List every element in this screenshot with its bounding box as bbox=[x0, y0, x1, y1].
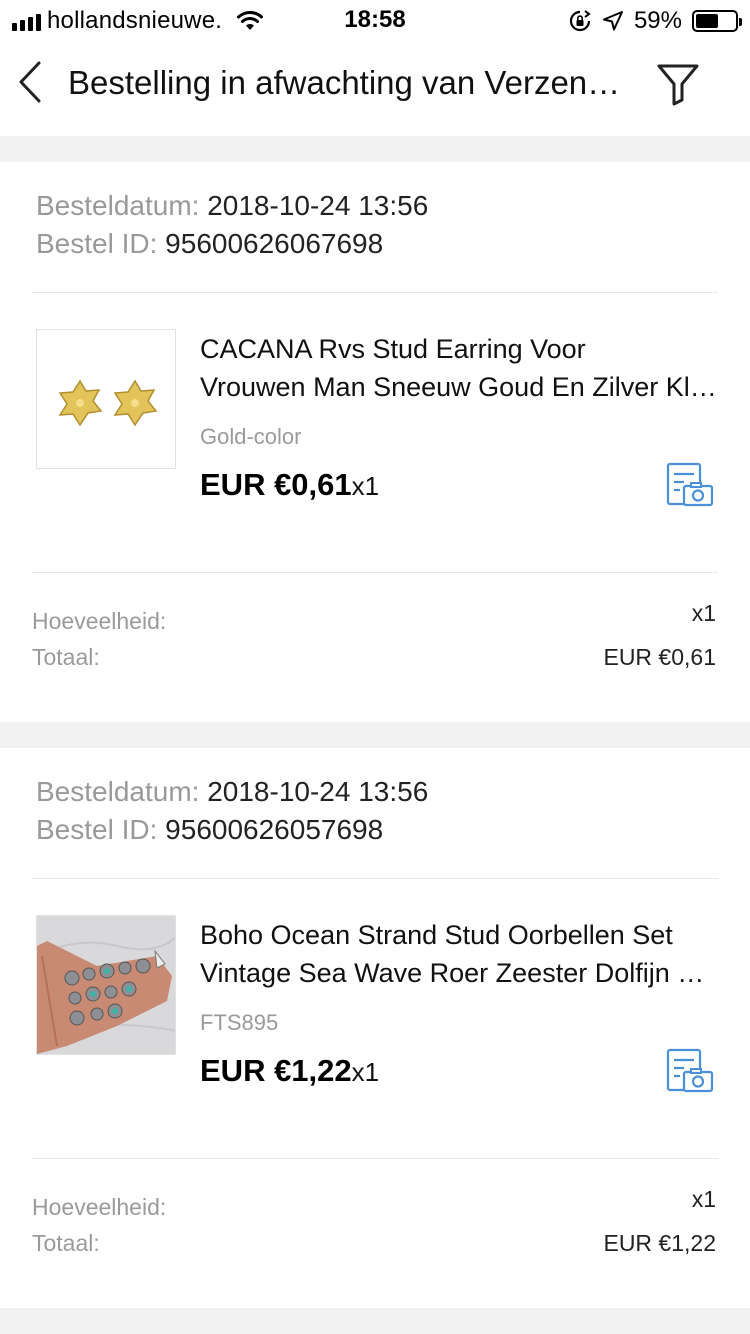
product-thumbnail[interactable] bbox=[36, 329, 176, 469]
total-label: Totaal: bbox=[32, 644, 100, 670]
product-variant: Gold-color bbox=[200, 424, 302, 449]
product-name[interactable]: Boho Ocean Strand Stud Oorbellen Set Vin… bbox=[200, 916, 720, 992]
photo-review-icon bbox=[666, 1048, 714, 1093]
status-bar: hollandsnieuwe. 18:58 59% bbox=[0, 0, 750, 40]
order-date-label: Besteldatum: bbox=[36, 190, 200, 221]
rotation-lock-icon bbox=[569, 10, 591, 32]
total-value: EUR €1,22 bbox=[603, 1230, 716, 1256]
battery-percent: 59% bbox=[633, 7, 682, 34]
divider bbox=[32, 572, 718, 573]
quantity-value: x1 bbox=[691, 600, 716, 626]
nav-bar: Bestelling in afwachting van Verzending bbox=[0, 40, 750, 136]
product-variant: FTS895 bbox=[200, 1010, 279, 1035]
quantity-label: Hoeveelheid: bbox=[32, 608, 167, 634]
order-date-value: 2018-10-24 13:56 bbox=[207, 776, 429, 807]
product-thumbnail[interactable] bbox=[36, 915, 176, 1055]
photo-review-button[interactable] bbox=[666, 462, 714, 508]
product-name-line1: CACANA Rvs Stud Earring Voor bbox=[200, 334, 586, 364]
product-name-line1: Boho Ocean Strand Stud Oorbellen Set bbox=[200, 920, 673, 950]
quantity-value: x1 bbox=[691, 1186, 716, 1212]
order-id-label: Bestel ID: bbox=[36, 814, 158, 845]
total-value: EUR €0,61 bbox=[603, 644, 716, 670]
product-price: EUR €1,22 bbox=[200, 1053, 352, 1088]
filter-button[interactable] bbox=[654, 60, 702, 108]
section-separator bbox=[0, 136, 750, 162]
divider bbox=[32, 1158, 718, 1159]
product-price-line: EUR €0,61x1 bbox=[200, 467, 379, 503]
hand-holding-earring-set-image bbox=[37, 916, 175, 1054]
gold-snowflake-earrings-image bbox=[37, 330, 175, 468]
battery-level bbox=[696, 14, 719, 28]
order-date: Besteldatum: 2018-10-24 13:56 bbox=[36, 190, 428, 222]
order-id: Bestel ID: 95600626057698 bbox=[36, 814, 383, 846]
chevron-left-icon bbox=[19, 61, 41, 103]
product-name-line2: Vrouwen Man Sneeuw Goud En Zilver Kleur bbox=[200, 372, 720, 402]
order-id-label: Bestel ID: bbox=[36, 228, 158, 259]
order-card[interactable]: Besteldatum: 2018-10-24 13:56 Bestel ID:… bbox=[0, 748, 750, 1308]
order-date-value: 2018-10-24 13:56 bbox=[207, 190, 429, 221]
product-qty: x1 bbox=[351, 1057, 380, 1087]
order-card[interactable]: Besteldatum: 2018-10-24 13:56 Bestel ID:… bbox=[0, 162, 750, 722]
page-title: Bestelling in afwachting van Verzending bbox=[68, 64, 628, 101]
order-date-label: Besteldatum: bbox=[36, 776, 200, 807]
product-name[interactable]: CACANA Rvs Stud Earring Voor Vrouwen Man… bbox=[200, 330, 720, 406]
product-price: EUR €0,61 bbox=[200, 467, 352, 502]
battery-icon bbox=[692, 10, 742, 32]
product-name-line2: Vintage Sea Wave Roer Zeester Dolfijn Oo… bbox=[200, 958, 720, 988]
order-id: Bestel ID: 95600626067698 bbox=[36, 228, 383, 260]
location-arrow-icon bbox=[602, 11, 623, 31]
filter-icon bbox=[657, 64, 699, 106]
order-date: Besteldatum: 2018-10-24 13:56 bbox=[36, 776, 428, 808]
photo-review-icon bbox=[666, 462, 714, 507]
back-button[interactable] bbox=[10, 58, 50, 106]
section-separator bbox=[0, 1308, 750, 1334]
order-id-value: 95600626057698 bbox=[165, 814, 384, 845]
product-qty: x1 bbox=[351, 471, 380, 501]
quantity-label: Hoeveelheid: bbox=[32, 1194, 167, 1220]
section-separator bbox=[0, 722, 750, 748]
divider bbox=[32, 292, 718, 293]
order-id-value: 95600626067698 bbox=[165, 228, 384, 259]
status-right: 59% bbox=[568, 6, 742, 36]
total-label: Totaal: bbox=[32, 1230, 100, 1256]
product-price-line: EUR €1,22x1 bbox=[200, 1053, 379, 1089]
photo-review-button[interactable] bbox=[666, 1048, 714, 1094]
divider bbox=[32, 878, 718, 879]
